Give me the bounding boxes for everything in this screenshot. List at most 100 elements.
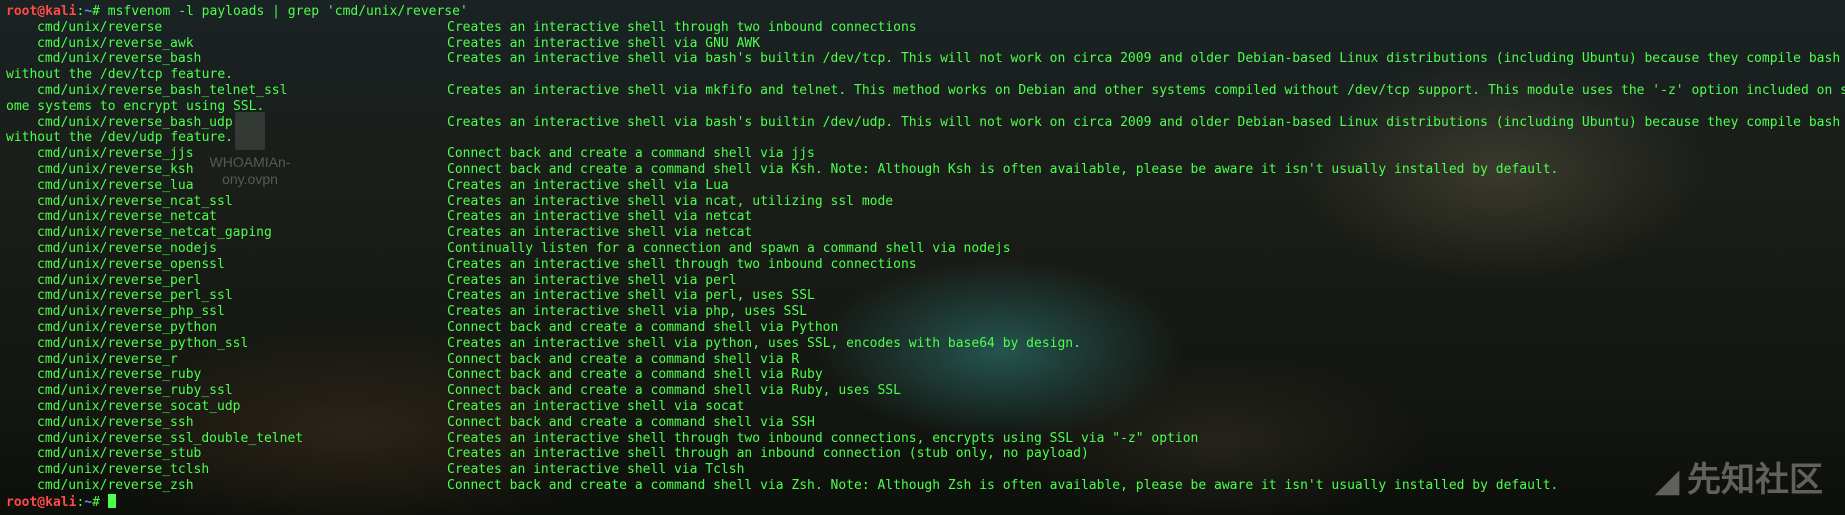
payload-name: cmd/unix/reverse_stub	[37, 446, 202, 462]
payload-description: Creates an interactive shell via bash's …	[447, 114, 1841, 130]
payload-description: Creates an interactive shell through an …	[447, 446, 1089, 462]
payload-row: cmd/unix/reverse_ruby_ssl Connect back an…	[6, 383, 1845, 399]
payload-description: Connect back and create a command shell …	[447, 477, 1559, 493]
payload-name: cmd/unix/reverse_jjs	[37, 146, 194, 162]
payload-description: Connect back and create a command shell …	[447, 161, 1559, 177]
prompt-symbol: #	[92, 4, 108, 19]
payload-name: cmd/unix/reverse_perl_ssl	[37, 288, 233, 304]
payload-description: Connect back and create a command shell …	[447, 351, 800, 367]
payload-row: cmd/unix/reverse_netcat_gaping Creates an…	[6, 225, 1845, 241]
payload-description: Creates an interactive shell via perl, u…	[447, 288, 815, 304]
prompt-path: ~	[84, 494, 93, 510]
payload-row: cmd/unix/reverse_perl_ssl Creates an inte…	[6, 288, 1845, 304]
payload-description: Creates an interactive shell via ncat, u…	[447, 193, 894, 209]
payload-description-wrap: ome systems to encrypt using SSL.	[6, 98, 265, 114]
payload-name: cmd/unix/reverse_lua	[37, 177, 194, 193]
payload-description: Creates an interactive shell via perl	[447, 272, 737, 288]
payload-row: cmd/unix/reverse_perl Creates an interact…	[6, 273, 1845, 289]
payload-name: cmd/unix/reverse_awk	[37, 35, 194, 51]
payload-description-wrap: without the /dev/udp feature.	[6, 130, 233, 146]
payload-description: Creates an interactive shell via bash's …	[447, 51, 1841, 67]
payload-name: cmd/unix/reverse_openssl	[37, 256, 225, 272]
payload-row: cmd/unix/reverse_bash_udp Creates an inte…	[6, 115, 1845, 131]
payload-description: Connect back and create a command shell …	[447, 319, 839, 335]
prompt-user: root@kali	[6, 4, 77, 19]
payload-description: Connect back and create a command shell …	[447, 146, 815, 162]
payload-description: Creates an interactive shell via netcat	[447, 225, 753, 241]
payload-row: cmd/unix/reverse_nodejs Continually liste…	[6, 241, 1845, 257]
payload-description: Connect back and create a command shell …	[447, 414, 815, 430]
payload-description: Creates an interactive shell via php, us…	[447, 304, 808, 320]
payload-name: cmd/unix/reverse_perl	[37, 272, 202, 288]
payload-description: Creates an interactive shell via python,…	[447, 335, 1081, 351]
payload-description: Creates an interactive shell through two…	[447, 256, 917, 272]
payload-description: Creates an interactive shell through two…	[447, 19, 917, 35]
payload-name: cmd/unix/reverse_php_ssl	[37, 304, 225, 320]
payload-name: cmd/unix/reverse_bash_udp	[37, 114, 233, 130]
payload-name: cmd/unix/reverse_bash_telnet_ssl	[37, 82, 288, 98]
payload-name: cmd/unix/reverse_zsh	[37, 477, 194, 493]
payload-row: cmd/unix/reverse_socat_udp Creates an int…	[6, 399, 1845, 415]
command-line: root@kali:~# msfvenom -l payloads | grep…	[6, 4, 1845, 20]
payload-description: Continually listen for a connection and …	[447, 240, 1011, 256]
payload-name: cmd/unix/reverse_python_ssl	[37, 335, 249, 351]
payload-row: cmd/unix/reverse_jjs Connect back and cre…	[6, 146, 1845, 162]
payload-description: Creates an interactive shell via socat	[447, 398, 745, 414]
payload-name: cmd/unix/reverse_ruby	[37, 367, 202, 383]
text-cursor	[107, 493, 116, 508]
terminal-window[interactable]: WHOAMIAn- ony.ovpn root@kali:~# msfvenom…	[0, 0, 1845, 515]
payload-row: cmd/unix/reverse_php_ssl Creates an inter…	[6, 304, 1845, 320]
payload-name: cmd/unix/reverse_socat_udp	[37, 398, 241, 414]
payload-row: cmd/unix/reverse_r Connect back and creat…	[6, 352, 1845, 368]
xianzhi-logo-icon: ◢	[1655, 465, 1679, 498]
payload-row: cmd/unix/reverse_tclsh Creates an interac…	[6, 462, 1845, 478]
active-prompt-line[interactable]: root@kali:~#	[6, 493, 1845, 510]
payload-row: cmd/unix/reverse_bash Creates an interact…	[6, 51, 1845, 67]
payload-row: cmd/unix/reverse_ruby Connect back and cr…	[6, 367, 1845, 383]
payload-name: cmd/unix/reverse	[37, 19, 163, 35]
payload-name: cmd/unix/reverse_netcat	[37, 209, 218, 225]
payload-row: cmd/unix/reverse_ksh Connect back and cre…	[6, 162, 1845, 178]
payload-row: cmd/unix/reverse_stub Creates an interact…	[6, 446, 1845, 462]
payload-description: Creates an interactive shell via mkfifo …	[447, 82, 1845, 98]
watermark: ◢ 先知社区	[1656, 452, 1823, 501]
payload-name: cmd/unix/reverse_tclsh	[37, 462, 210, 478]
payload-row: cmd/unix/reverse_python_ssl Creates an in…	[6, 336, 1845, 352]
payload-name: cmd/unix/reverse_bash	[37, 51, 202, 67]
payload-description-wrap: without the /dev/tcp feature.	[6, 67, 233, 83]
payload-row: cmd/unix/reverse_ssl_double_telnet Create…	[6, 431, 1845, 447]
payload-name: cmd/unix/reverse_ssl_double_telnet	[37, 430, 304, 446]
payload-description: Creates an interactive shell via GNU AWK	[447, 35, 761, 51]
payload-name: cmd/unix/reverse_ruby_ssl	[37, 383, 233, 399]
payload-description: Creates an interactive shell via Lua	[447, 177, 729, 193]
payload-row: cmd/unix/reverse_ncat_ssl Creates an inte…	[6, 194, 1845, 210]
payload-name: cmd/unix/reverse_ksh	[37, 161, 194, 177]
payload-row: cmd/unix/reverse_lua Creates an interacti…	[6, 178, 1845, 194]
payload-name: cmd/unix/reverse_nodejs	[37, 240, 218, 256]
payload-row: cmd/unix/reverse_python Connect back and …	[6, 320, 1845, 336]
payload-row: cmd/unix/reverse_zsh Connect back and cre…	[6, 478, 1845, 494]
command-text: msfvenom -l payloads | grep 'cmd/unix/re…	[107, 4, 468, 19]
payload-list: cmd/unix/reverse Creates an interactive s…	[6, 20, 1845, 494]
payload-description: Creates an interactive shell via Tclsh	[447, 462, 745, 478]
payload-description: Connect back and create a command shell …	[447, 383, 901, 399]
payload-row: cmd/unix/reverse_ssh Connect back and cre…	[6, 415, 1845, 431]
payload-name: cmd/unix/reverse_python	[37, 319, 218, 335]
terminal-output: root@kali:~# msfvenom -l payloads | grep…	[6, 4, 1845, 510]
payload-name: cmd/unix/reverse_ncat_ssl	[37, 193, 233, 209]
payload-row: cmd/unix/reverse Creates an interactive s…	[6, 20, 1845, 36]
prompt-user: root@kali	[6, 494, 77, 510]
payload-description: Creates an interactive shell through two…	[447, 430, 1199, 446]
payload-description: Connect back and create a command shell …	[447, 367, 823, 383]
payload-row: cmd/unix/reverse_netcat Creates an intera…	[6, 209, 1845, 225]
prompt-path: ~	[84, 4, 93, 19]
prompt-symbol: #	[92, 494, 108, 510]
payload-name: cmd/unix/reverse_ssh	[37, 414, 194, 430]
watermark-text: 先知社区	[1687, 461, 1823, 499]
payload-name: cmd/unix/reverse_netcat_gaping	[37, 225, 272, 241]
payload-row: cmd/unix/reverse_openssl Creates an inter…	[6, 257, 1845, 273]
payload-name: cmd/unix/reverse_r	[37, 351, 178, 367]
payload-row: cmd/unix/reverse_awk Creates an interacti…	[6, 36, 1845, 52]
payload-row: cmd/unix/reverse_bash_telnet_ssl Creates …	[6, 83, 1845, 99]
payload-description: Creates an interactive shell via netcat	[447, 209, 753, 225]
